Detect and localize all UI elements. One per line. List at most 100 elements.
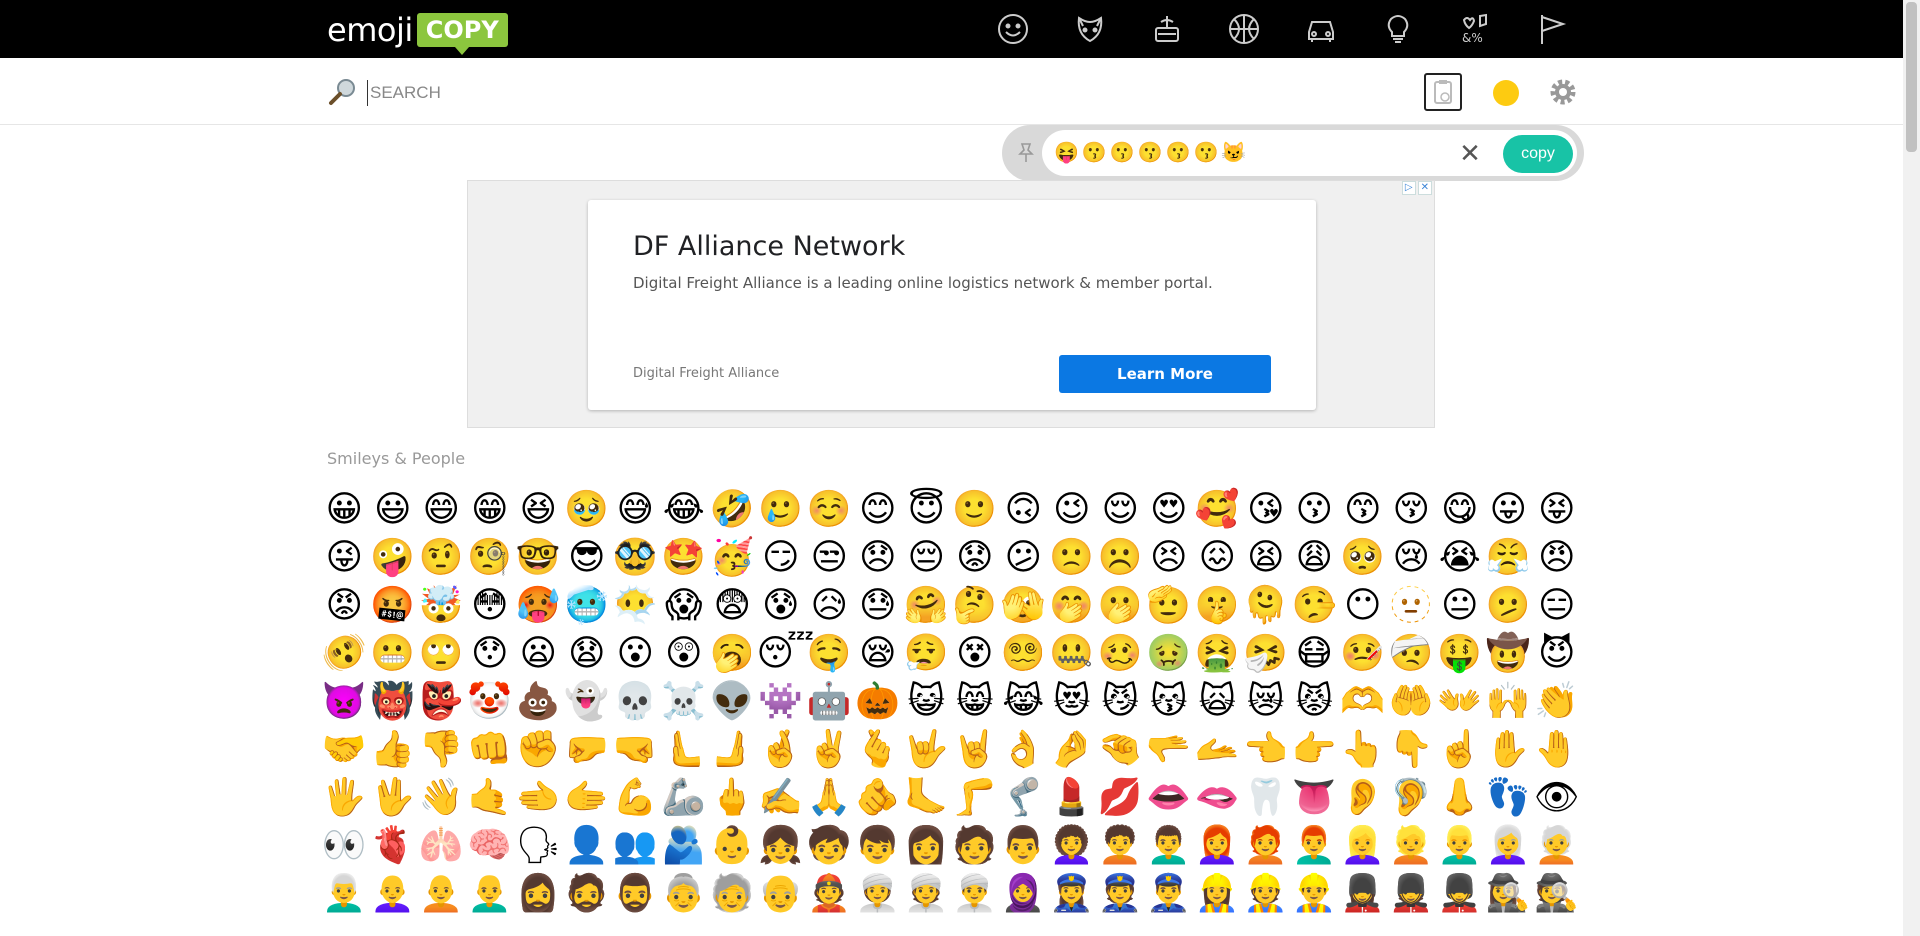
emoji-item[interactable]: 🫲 [514, 774, 563, 822]
emoji-item[interactable]: 👻 [563, 678, 612, 726]
emoji-item[interactable]: 😵‍💫 [999, 630, 1048, 678]
ad-learn-more-button[interactable]: Learn More [1059, 355, 1271, 393]
emoji-item[interactable]: 🤢 [1145, 630, 1194, 678]
emoji-item[interactable]: 👾 [757, 678, 806, 726]
emoji-item[interactable]: 😜 [320, 534, 369, 582]
emoji-item[interactable]: 🙄 [417, 630, 466, 678]
emoji-item[interactable]: 😕 [999, 534, 1048, 582]
emoji-item[interactable]: 🫨 [320, 630, 369, 678]
emoji-item[interactable]: 👽 [708, 678, 757, 726]
emoji-item[interactable]: 😮 [611, 630, 660, 678]
emoji-item[interactable]: 🤌 [1048, 726, 1097, 774]
emoji-item[interactable]: 💋 [1096, 774, 1145, 822]
emoji-item[interactable]: 😝 [1533, 486, 1582, 534]
emoji-item[interactable]: 😁 [466, 486, 515, 534]
emoji-item[interactable]: ✊ [514, 726, 563, 774]
emoji-item[interactable]: 🦵 [951, 774, 1000, 822]
emoji-item[interactable]: 👱‍♀️ [1339, 822, 1388, 870]
emoji-item[interactable]: 🙁 [1048, 534, 1097, 582]
emoji-item[interactable]: 🧕 [999, 870, 1048, 918]
emoji-item[interactable]: 😙 [1339, 486, 1388, 534]
emoji-item[interactable]: 🥱 [708, 630, 757, 678]
emoji-item[interactable]: 👱 [1387, 822, 1436, 870]
symbols-icon[interactable]: &% [1458, 12, 1492, 46]
emoji-item[interactable]: 😌 [1096, 486, 1145, 534]
emoji-item[interactable]: 👩‍🦳 [1484, 822, 1533, 870]
emoji-item[interactable]: ✋ [1484, 726, 1533, 774]
emoji-item[interactable]: 👳‍♀️ [854, 870, 903, 918]
emoji-item[interactable]: 💀 [611, 678, 660, 726]
emoji-item[interactable]: 😓 [854, 582, 903, 630]
ad-title[interactable]: DF Alliance Network [633, 231, 905, 262]
emoji-item[interactable]: 🫳 [1145, 726, 1194, 774]
emoji-item[interactable]: 🤪 [369, 534, 418, 582]
emoji-item[interactable]: 👍 [369, 726, 418, 774]
emoji-item[interactable]: 😛 [1484, 486, 1533, 534]
emoji-item[interactable]: 😼 [1096, 678, 1145, 726]
emoji-item[interactable]: 🧑‍🦱 [1096, 822, 1145, 870]
emoji-item[interactable]: 👇 [1387, 726, 1436, 774]
animals-icon[interactable] [1073, 12, 1107, 46]
emoji-item[interactable]: ✍️ [757, 774, 806, 822]
emoji-item[interactable]: 😯 [466, 630, 515, 678]
emoji-item[interactable]: 👮‍♂️ [1145, 870, 1194, 918]
emoji-item[interactable]: 😧 [563, 630, 612, 678]
emoji-item[interactable]: 🦾 [660, 774, 709, 822]
emoji-item[interactable]: 🫦 [1193, 774, 1242, 822]
emoji-item[interactable]: 😃 [369, 486, 418, 534]
emoji-item[interactable]: 🤕 [1387, 630, 1436, 678]
emoji-item[interactable]: 😶 [1339, 582, 1388, 630]
emoji-item[interactable]: 🤟 [902, 726, 951, 774]
emoji-item[interactable]: 👮 [1096, 870, 1145, 918]
emoji-item[interactable]: 🧒 [805, 822, 854, 870]
emoji-item[interactable]: 👁 [1533, 774, 1582, 822]
emoji-item[interactable]: 😤 [1484, 534, 1533, 582]
emoji-item[interactable]: ☠️ [660, 678, 709, 726]
tray-input[interactable]: 😝😗😗😗😗😗😼 ✕ copy [1042, 130, 1577, 176]
emoji-item[interactable]: 🤠 [1484, 630, 1533, 678]
emoji-item[interactable]: 🧑‍🦲 [417, 870, 466, 918]
emoji-item[interactable]: 🧓 [708, 870, 757, 918]
emoji-item[interactable]: 😿 [1242, 678, 1291, 726]
emoji-item[interactable]: 👴 [757, 870, 806, 918]
emoji-item[interactable]: 🫣 [999, 582, 1048, 630]
emoji-item[interactable]: 🎃 [854, 678, 903, 726]
emoji-item[interactable]: 👋 [417, 774, 466, 822]
emoji-item[interactable]: 😶‍🌫️ [611, 582, 660, 630]
emoji-item[interactable]: 😀 [320, 486, 369, 534]
emoji-item[interactable]: 🫡 [1145, 582, 1194, 630]
emoji-item[interactable]: 👨‍🦳 [320, 870, 369, 918]
emoji-item[interactable]: 🫱 [563, 774, 612, 822]
emoji-item[interactable]: 👨‍🦱 [1145, 822, 1194, 870]
emoji-item[interactable]: 🤙 [466, 774, 515, 822]
emoji-item[interactable]: 😘 [1242, 486, 1291, 534]
emoji-item[interactable]: 😎 [563, 534, 612, 582]
emoji-item[interactable]: 😻 [1048, 678, 1097, 726]
emoji-item[interactable]: 🫤 [1484, 582, 1533, 630]
emoji-item[interactable]: 👩 [902, 822, 951, 870]
emoji-item[interactable]: 😚 [1387, 486, 1436, 534]
emoji-item[interactable]: 😣 [1145, 534, 1194, 582]
emoji-item[interactable]: 😔 [902, 534, 951, 582]
emoji-item[interactable]: 😞 [854, 534, 903, 582]
emojicopy-logo[interactable]: emoji COPY [327, 10, 508, 55]
emoji-item[interactable]: 🥲 [757, 486, 806, 534]
emoji-item[interactable]: 🤥 [1290, 582, 1339, 630]
emoji-item[interactable]: 😄 [417, 486, 466, 534]
emoji-item[interactable]: 👣 [1484, 774, 1533, 822]
emoji-item[interactable]: 🫶 [1339, 678, 1388, 726]
emoji-item[interactable]: 🗣 [514, 822, 563, 870]
emoji-item[interactable]: 👳‍♂️ [951, 870, 1000, 918]
emoji-item[interactable]: 😨 [708, 582, 757, 630]
copy-button[interactable]: copy [1503, 135, 1573, 173]
clipboard-button[interactable] [1424, 73, 1462, 111]
emoji-item[interactable]: 🙂 [951, 486, 1000, 534]
adchoices-icon[interactable]: ▷ [1401, 181, 1416, 195]
emoji-item[interactable]: 😫 [1242, 534, 1291, 582]
emoji-item[interactable]: 🫀 [369, 822, 418, 870]
emoji-item[interactable]: 🤑 [1436, 630, 1485, 678]
emoji-item[interactable]: 👹 [369, 678, 418, 726]
emoji-item[interactable]: 🤓 [514, 534, 563, 582]
emoji-item[interactable]: 🦻 [1387, 774, 1436, 822]
emoji-item[interactable]: 🧔‍♀️ [514, 870, 563, 918]
